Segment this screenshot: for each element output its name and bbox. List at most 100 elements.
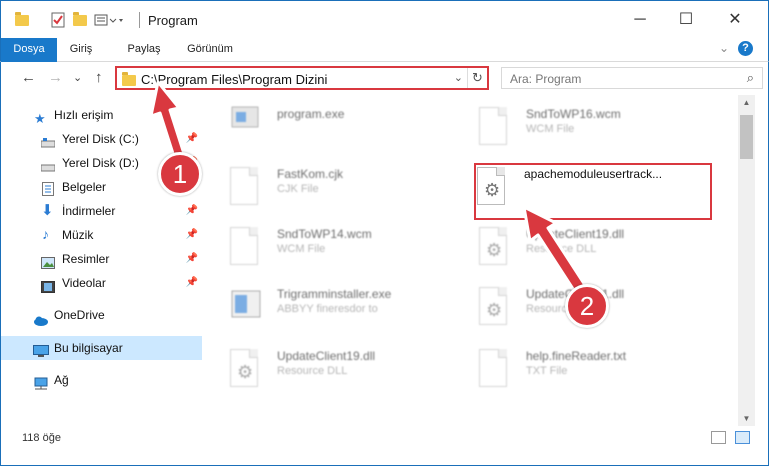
sidebar-item-label: Belgeler [62, 180, 107, 194]
sidebar-item-label: Yerel Disk (C:) [62, 132, 139, 146]
navigation-pane: ★ Hızlı erişim Yerel Disk (C:) 📌 Yerel D… [0, 95, 204, 426]
page-icon [230, 227, 262, 267]
exe-icon [230, 287, 262, 327]
file-type: CJK File [277, 183, 319, 195]
search-input[interactable]: Ara: Program ⌕ [501, 67, 763, 89]
page-icon [230, 167, 262, 207]
sidebar-item-disk-c[interactable]: Yerel Disk (C:) 📌 [1, 127, 202, 151]
large-icons-view-icon[interactable] [735, 431, 750, 444]
folder-icon [15, 12, 29, 28]
tab-home[interactable]: Giriş [61, 38, 101, 61]
page-icon [479, 107, 511, 147]
sidebar-item-label: Resimler [62, 252, 110, 266]
search-placeholder: Ara: Program [510, 72, 582, 86]
scroll-thumb[interactable] [740, 115, 753, 159]
scroll-down-icon[interactable]: ▼ [738, 414, 755, 423]
window-edge [755, 95, 769, 426]
sidebar-item-network[interactable]: Ağ [1, 368, 202, 392]
exe-icon [230, 103, 262, 143]
back-button[interactable]: ← [21, 69, 36, 86]
title-separator [139, 12, 140, 28]
file-item[interactable]: program.exe [230, 103, 465, 159]
sidebar-item-quick-access[interactable]: ★ Hızlı erişim [1, 103, 202, 127]
sidebar-item-label: Hızlı erişim [54, 108, 114, 122]
sidebar-item-label: Yerel Disk (D:) [62, 156, 139, 170]
file-name: Trigramminstaller.exe [277, 287, 392, 301]
folder-icon [122, 72, 136, 86]
address-bar[interactable]: C:\Program Files\Program Dizini ⌄ ↻ [115, 66, 489, 90]
file-name: program.exe [277, 107, 345, 121]
forward-button[interactable]: → [48, 69, 63, 86]
sidebar-item-downloads[interactable]: ⬇ İndirmeler 📌 [1, 199, 202, 223]
new-folder-icon[interactable] [73, 12, 87, 28]
window-title: Program [148, 13, 198, 28]
file-item[interactable]: FastKom.cjk CJK File [230, 163, 465, 219]
sidebar-item-label: Ağ [54, 373, 69, 387]
sidebar-item-music[interactable]: ♪ Müzik 📌 [1, 223, 202, 247]
sidebar-item-label: OneDrive [54, 308, 105, 322]
file-item[interactable]: help.fineReader.txt TXT File [479, 345, 714, 401]
ribbon-expand-icon[interactable]: ⌄ [719, 41, 729, 55]
maximize-button[interactable]: ☐ [663, 1, 709, 39]
callout-badge-1: 1 [158, 152, 202, 196]
file-item[interactable]: Trigramminstaller.exe ABBYY fineresdor t… [230, 283, 465, 339]
callout-badge-2: 2 [565, 284, 609, 328]
pictures-icon [41, 253, 55, 269]
file-type: Resource DLL [277, 365, 348, 377]
vertical-scrollbar[interactable]: ▲ ▼ [738, 95, 755, 426]
status-bar: 118 öğe [0, 426, 769, 466]
quick-access-dropdown[interactable] [94, 12, 124, 28]
ribbon: Dosya Giriş Paylaş Görünüm ⌄ ? [0, 38, 769, 94]
page-icon [479, 349, 511, 389]
star-icon: ★ [34, 111, 46, 126]
computer-icon [33, 342, 49, 357]
close-button[interactable]: ✕ [712, 1, 758, 39]
file-name: SndToWP16.wcm [526, 107, 621, 121]
network-icon [33, 374, 48, 390]
file-name: SndToWP14.wcm [277, 227, 372, 241]
pin-icon: 📌 [185, 229, 198, 240]
music-icon: ♪ [42, 226, 49, 242]
sidebar-item-label: İndirmeler [62, 204, 116, 218]
file-list: program.exe SndToWP16.wcm WCM File FastK… [204, 95, 738, 426]
file-name: help.fineReader.txt [526, 349, 627, 363]
file-name: FastKom.cjk [277, 167, 344, 181]
drive-icon [40, 133, 56, 148]
sidebar-item-pictures[interactable]: Resimler 📌 [1, 247, 202, 271]
file-item[interactable]: SndToWP16.wcm WCM File [479, 103, 714, 159]
file-item[interactable]: SndToWP14.wcm WCM File [230, 223, 465, 279]
help-icon[interactable]: ? [738, 41, 753, 56]
pin-icon: 📌 [185, 133, 198, 144]
refresh-button[interactable]: ↻ [467, 68, 487, 88]
sidebar-item-label: Bu bilgisayar [54, 341, 123, 355]
recent-locations-button[interactable]: ⌄ [73, 71, 82, 84]
address-path[interactable]: C:\Program Files\Program Dizini [141, 72, 327, 87]
tab-share[interactable]: Paylaş [119, 38, 169, 61]
file-name: UpdateClient19.dll [526, 227, 625, 241]
minimize-button[interactable]: ─ [617, 1, 663, 39]
title-bar: Program ─ ☐ ✕ [0, 0, 769, 38]
sidebar-item-onedrive[interactable]: OneDrive [1, 303, 202, 327]
properties-icon[interactable] [51, 12, 65, 28]
file-type: TXT File [526, 365, 568, 377]
scroll-up-icon[interactable]: ▲ [738, 98, 755, 107]
file-type: WCM File [277, 243, 326, 255]
file-type: WCM File [526, 123, 575, 135]
address-dropdown-icon[interactable]: ⌄ [454, 71, 463, 84]
sidebar-item-label: Videolar [62, 276, 106, 290]
sidebar-item-videos[interactable]: Videolar 📌 [1, 271, 202, 295]
file-item[interactable]: ⚙ UpdateClient19.dll Resource DLL [479, 223, 714, 279]
pin-icon: 📌 [185, 205, 198, 216]
pin-icon: 📌 [185, 277, 198, 288]
pin-icon: 📌 [185, 253, 198, 264]
sidebar-item-this-pc[interactable]: Bu bilgisayar [1, 336, 202, 360]
up-button[interactable]: ↑ [95, 69, 103, 86]
dll-gear-icon: ⚙ [230, 349, 262, 389]
file-name: UpdateClient19.dll [277, 349, 376, 363]
search-icon[interactable]: ⌕ [747, 70, 754, 86]
tab-view[interactable]: Görünüm [179, 38, 241, 61]
dll-gear-icon: ⚙ [479, 287, 511, 327]
document-icon [42, 180, 56, 196]
details-view-icon[interactable] [711, 431, 726, 444]
file-item[interactable]: ⚙ UpdateClient19.dll Resource DLL [230, 345, 465, 401]
